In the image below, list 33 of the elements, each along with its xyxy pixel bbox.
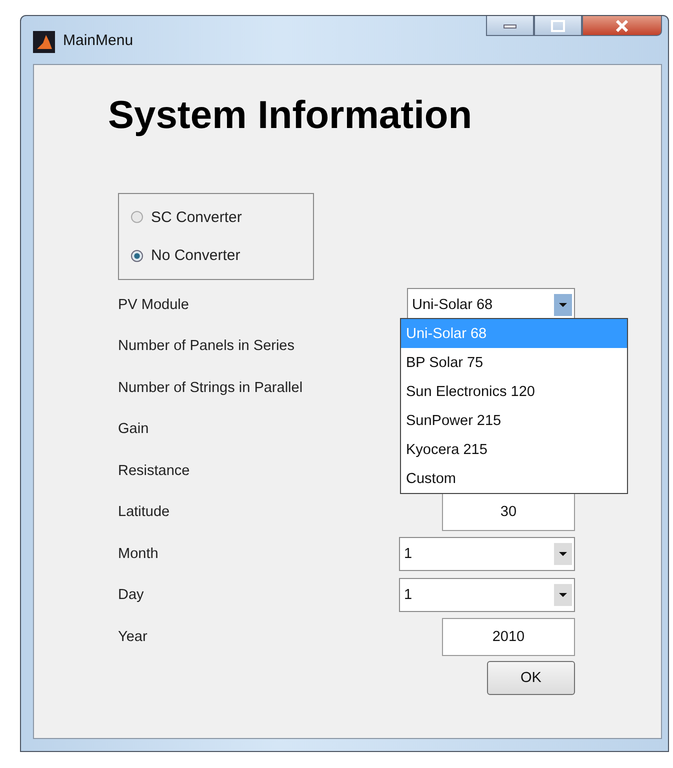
- field-label: PV Module: [118, 296, 189, 313]
- dropdown-option[interactable]: SunPower 215: [401, 406, 627, 435]
- field-label: Gain: [118, 421, 149, 438]
- radio-option[interactable]: SC Converter: [131, 208, 301, 226]
- input-field[interactable]: 2010: [442, 618, 575, 656]
- field-label: Number of Strings in Parallel: [118, 380, 303, 396]
- field-label: Number of Panels in Series: [118, 338, 294, 354]
- caret-icon: [554, 584, 572, 606]
- field-label: Year: [118, 628, 148, 645]
- field-label: Day: [118, 587, 144, 604]
- field-label: Month: [118, 546, 158, 562]
- window-title: MainMenu: [63, 32, 134, 48]
- heading: System Information: [108, 94, 474, 138]
- field-label: Resistance: [118, 462, 190, 479]
- maximize-icon: [551, 20, 565, 32]
- dropdown-option[interactable]: BP Solar 75: [401, 348, 627, 377]
- dropdown[interactable]: 1: [399, 578, 575, 612]
- radio-option[interactable]: No Converter: [131, 247, 301, 264]
- minimize-icon: [503, 22, 517, 28]
- input-field[interactable]: 30: [442, 493, 575, 532]
- app-icon: [33, 31, 55, 53]
- dropdown-option[interactable]: Sun Electronics 120: [401, 377, 627, 406]
- maximize-button[interactable]: [534, 16, 582, 36]
- ok-button[interactable]: OK: [487, 660, 575, 694]
- caret-icon: [554, 294, 572, 316]
- field-label: Latitude: [118, 504, 170, 520]
- dropdown-option[interactable]: Kyocera 215: [401, 435, 627, 464]
- close-icon: [615, 20, 629, 32]
- dropdown-option[interactable]: Custom: [401, 464, 627, 493]
- dropdown[interactable]: 1: [399, 536, 575, 571]
- minimize-button[interactable]: [486, 16, 534, 36]
- caret-icon: [554, 542, 572, 565]
- close-button[interactable]: [582, 16, 662, 36]
